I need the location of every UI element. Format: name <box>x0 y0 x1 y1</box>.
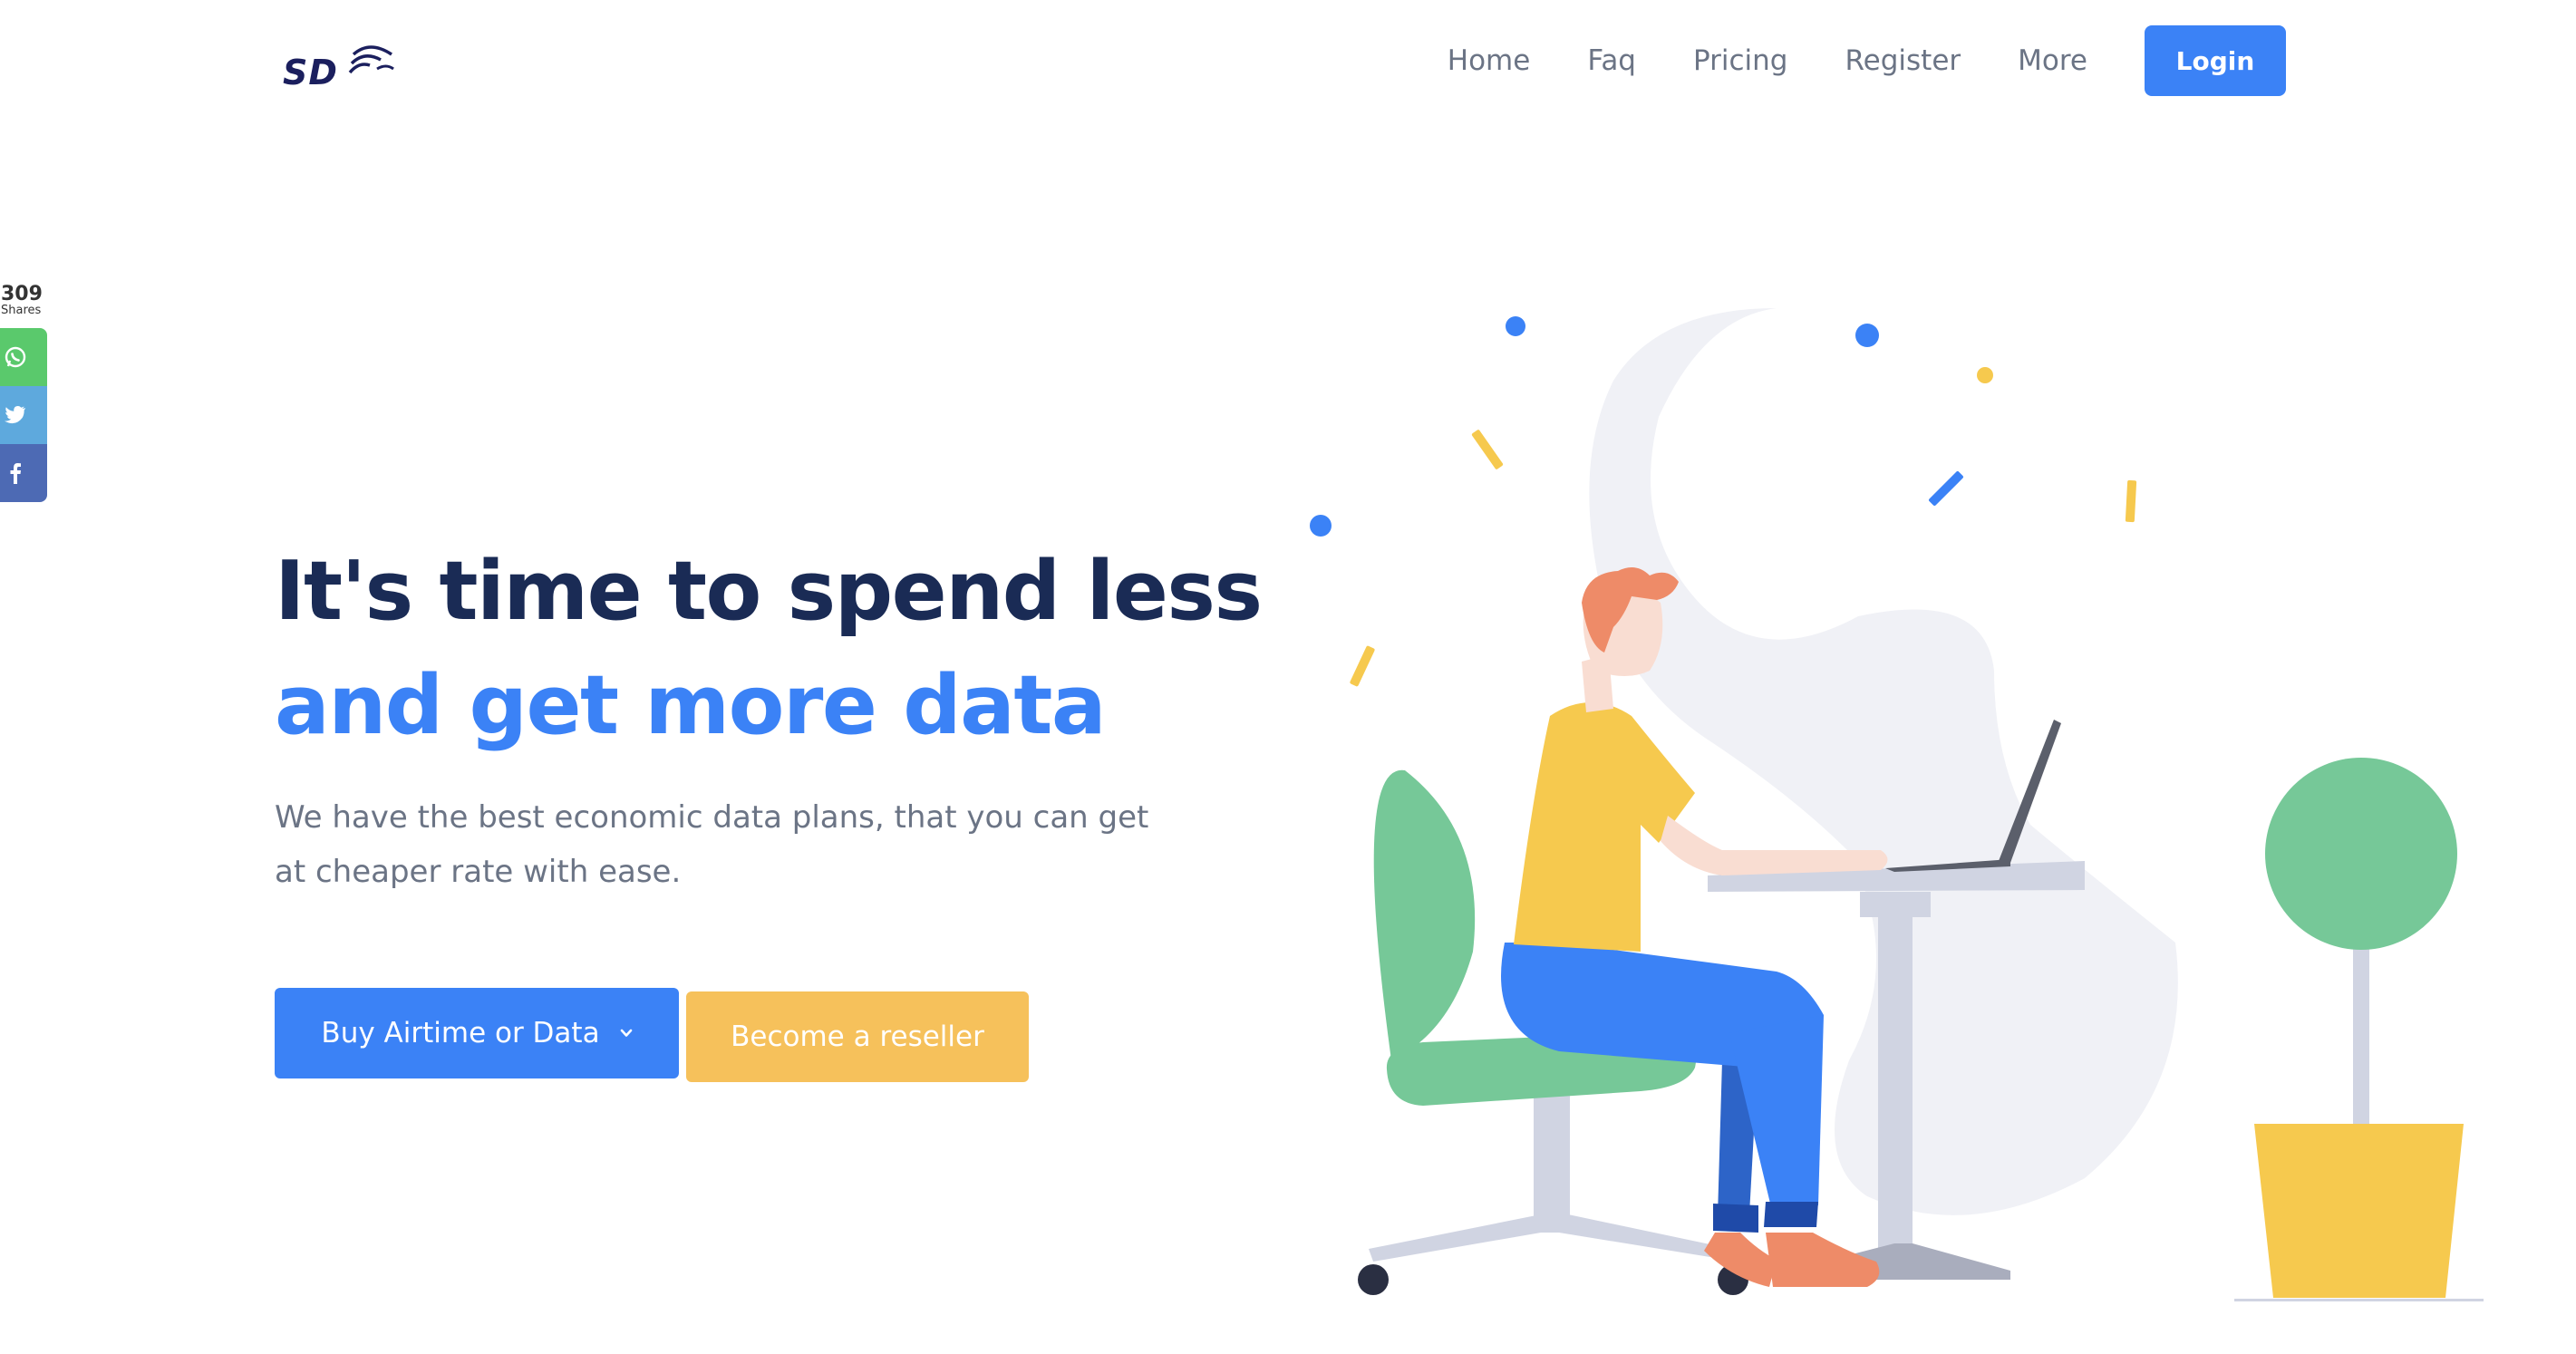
confetti-strip <box>2125 479 2137 523</box>
confetti-dot <box>1310 515 1332 537</box>
confetti-strip <box>1471 430 1504 469</box>
chair-back <box>1373 769 1476 1060</box>
facebook-icon <box>10 463 21 484</box>
person-cuff-back <box>1713 1204 1758 1233</box>
confetti-strip <box>1929 471 1963 506</box>
chair-post <box>1534 1088 1570 1233</box>
hero-subtitle: We have the best economic data plans, th… <box>275 799 1149 890</box>
site-logo[interactable]: SD <box>283 38 399 92</box>
nav-more[interactable]: More <box>2018 44 2087 77</box>
plant-foliage <box>2265 758 2457 950</box>
signal-waves-icon <box>348 45 394 74</box>
share-count: 309 <box>1 283 43 305</box>
whatsapp-share-button[interactable] <box>0 328 47 386</box>
person-at-desk-illustration <box>1310 308 2484 1301</box>
person-cuff-front <box>1764 1202 1818 1227</box>
nav-pricing[interactable]: Pricing <box>1693 44 1788 77</box>
chevron-down-icon <box>620 1029 632 1037</box>
buy-button-label: Buy Airtime or Data <box>321 1017 600 1049</box>
buy-airtime-data-button[interactable]: Buy Airtime or Data <box>275 988 679 1078</box>
cta-row: Buy Airtime or Data Become a reseller <box>275 988 1029 1082</box>
main-nav: Home Faq Pricing Register More Login <box>1448 25 2286 96</box>
share-bar: 309 Shares <box>0 285 47 502</box>
floor-line <box>2234 1299 2484 1301</box>
confetti-dot <box>1855 324 1879 347</box>
facebook-share-button[interactable] <box>0 444 47 502</box>
hero-title-line2: and get more data <box>275 658 1107 753</box>
share-label: Shares <box>1 304 42 317</box>
header: SD Home Faq Pricing Register More Login <box>0 0 2576 127</box>
nav-register[interactable]: Register <box>1845 44 1961 77</box>
twitter-share-button[interactable] <box>0 386 47 444</box>
hero-section: It's time to spend less and get more dat… <box>275 535 1272 899</box>
desk-leg-cap <box>1860 892 1931 917</box>
twitter-icon <box>5 406 25 424</box>
whatsapp-icon <box>5 346 26 368</box>
confetti-strip <box>1350 645 1375 687</box>
login-button[interactable]: Login <box>2145 25 2286 96</box>
person-shoe-front <box>1766 1233 1880 1287</box>
confetti-dot <box>1506 316 1525 336</box>
nav-faq[interactable]: Faq <box>1587 44 1636 77</box>
become-reseller-button[interactable]: Become a reseller <box>686 991 1029 1082</box>
nav-home[interactable]: Home <box>1448 44 1531 77</box>
desk-leg <box>1878 915 1913 1251</box>
chair-base <box>1369 1214 1731 1262</box>
plant-pot <box>2254 1124 2464 1298</box>
plant-stem <box>2353 924 2369 1133</box>
hero-title-line1: It's time to spend less <box>275 544 1263 639</box>
logo-text: SD <box>283 53 338 92</box>
confetti-dot <box>1977 367 1993 383</box>
chair-wheel <box>1358 1264 1389 1295</box>
